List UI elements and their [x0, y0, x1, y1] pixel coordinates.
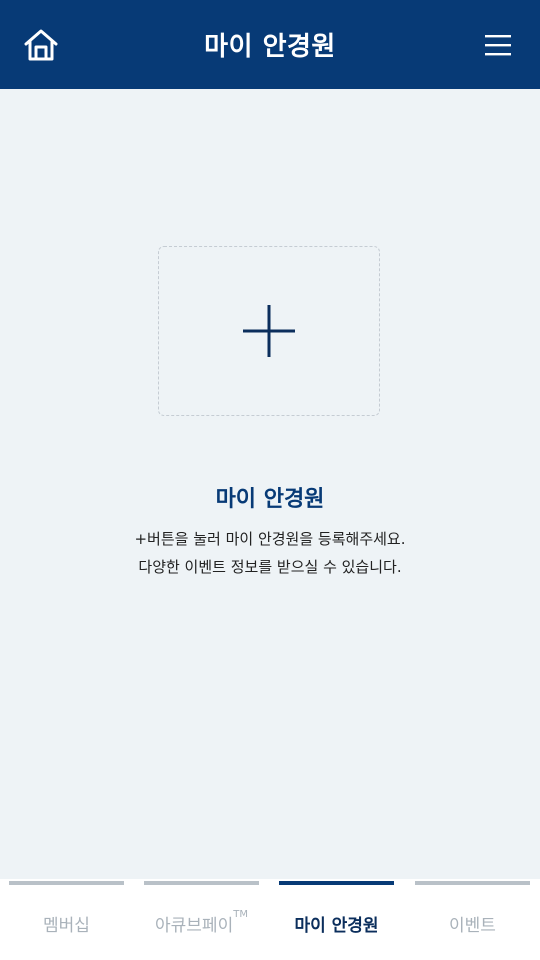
add-store-button[interactable] — [158, 246, 380, 416]
tab-label: 이벤트 — [449, 916, 496, 936]
menu-button[interactable] — [478, 25, 518, 65]
home-button[interactable] — [18, 22, 64, 68]
empty-state-title: 마이 안경원 — [215, 487, 325, 512]
tab-indicator — [9, 881, 124, 885]
tab-label: 마이 안경원 — [294, 916, 379, 936]
description-line-2: 다양한 이벤트 정보를 받으실 수 있습니다. — [138, 558, 402, 576]
tab-membership[interactable]: 멤버십 — [9, 879, 124, 960]
description-line-1: +버튼을 눌러 마이 안경원을 등록해주세요. — [134, 530, 406, 548]
hamburger-menu-icon — [485, 35, 511, 56]
tab-label-text: 아큐브페이 — [155, 916, 234, 936]
main-content: 마이 안경원 +버튼을 눌러 마이 안경원을 등록해주세요. 다양한 이벤트 정… — [0, 89, 540, 879]
app-header: 마이 안경원 — [0, 0, 540, 89]
empty-state-description: +버튼을 눌러 마이 안경원을 등록해주세요. 다양한 이벤트 정보를 받으실 … — [0, 525, 540, 581]
bottom-tab-bar: 멤버십 아큐브페이TM 마이 안경원 이벤트 — [0, 879, 540, 960]
tab-label: 멤버십 — [43, 916, 90, 936]
tab-my-store[interactable]: 마이 안경원 — [279, 879, 394, 960]
tab-event[interactable]: 이벤트 — [415, 879, 530, 960]
tab-indicator — [415, 881, 530, 885]
trademark-mark: TM — [233, 909, 248, 920]
tab-indicator — [144, 881, 259, 885]
tab-indicator — [279, 881, 394, 885]
plus-icon — [243, 305, 295, 357]
tab-label: 아큐브페이TM — [134, 909, 269, 936]
tab-acuvue-pay[interactable]: 아큐브페이TM — [144, 879, 259, 960]
home-icon — [24, 29, 58, 61]
page-title: 마이 안경원 — [204, 32, 336, 62]
